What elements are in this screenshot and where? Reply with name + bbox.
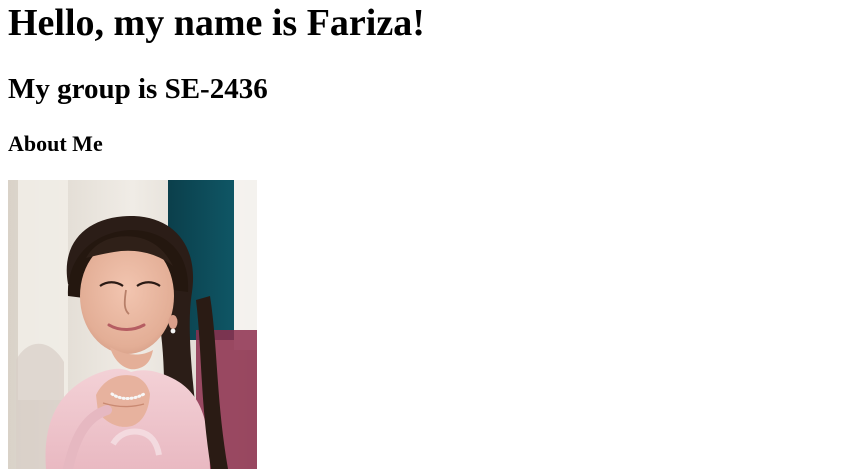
page: Hello, my name is Fariza! My group is SE… xyxy=(0,0,856,469)
photo-earring xyxy=(170,328,176,334)
group-heading: My group is SE-2436 xyxy=(8,73,268,105)
photo-ear xyxy=(168,315,178,329)
profile-photo xyxy=(8,180,257,469)
page-title: Hello, my name is Fariza! xyxy=(8,2,425,44)
photo-window-light xyxy=(234,180,257,350)
about-me-heading: About Me xyxy=(8,131,103,156)
